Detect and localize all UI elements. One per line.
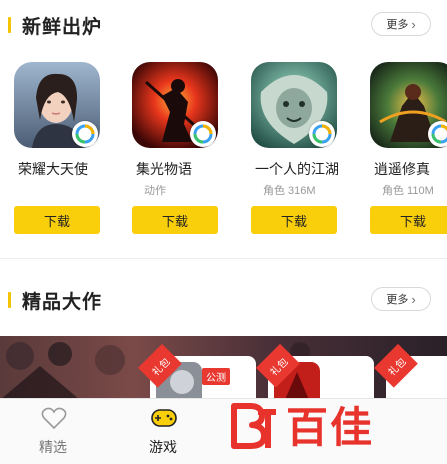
featured-banner[interactable]: 礼包 公测 礼包 礼包 bbox=[0, 336, 447, 400]
game-name: 荣耀大天使 bbox=[18, 161, 88, 177]
download-button[interactable]: 下载 bbox=[14, 206, 100, 234]
game-name: 逍遥修真 bbox=[374, 161, 430, 177]
beta-tag: 公测 bbox=[202, 368, 230, 385]
nav-item-featured[interactable]: 精选 bbox=[8, 399, 98, 464]
nav-item-games[interactable]: 游戏 bbox=[118, 399, 208, 464]
more-label: 更多 bbox=[386, 294, 409, 306]
game-card[interactable]: 集光物语 动作 下载 bbox=[132, 62, 232, 242]
download-button[interactable]: 下载 bbox=[251, 206, 337, 234]
chevron-right-icon: › bbox=[411, 291, 416, 307]
game-card[interactable]: 一个人的江湖 角色 316M 下载 bbox=[251, 62, 351, 242]
download-button[interactable]: 下载 bbox=[370, 206, 447, 234]
game-card[interactable]: 荣耀大天使 下载 bbox=[14, 62, 114, 242]
section-header-new-releases: 新鲜出炉 更多 › bbox=[0, 10, 447, 40]
more-button[interactable]: 更多 › bbox=[371, 12, 431, 36]
game-meta: 角色 316M bbox=[263, 185, 316, 197]
nav-label: 精选 bbox=[39, 439, 67, 455]
section-accent-bar bbox=[8, 292, 11, 308]
game-name: 集光物语 bbox=[136, 161, 192, 177]
game-list: 荣耀大天使 下载 集光物语 动作 下载 一个人的江湖 角色 316M 下载 逍遥… bbox=[0, 62, 447, 242]
section-title: 新鲜出炉 bbox=[22, 17, 103, 38]
game-name: 一个人的江湖 bbox=[255, 161, 339, 177]
chevron-right-icon: › bbox=[411, 16, 416, 32]
section-accent-bar bbox=[8, 17, 11, 33]
watermark-logo: 百佳 bbox=[228, 392, 428, 456]
watermark-text: 百佳 bbox=[286, 403, 375, 451]
game-meta: 动作 bbox=[144, 185, 166, 197]
platform-badge-icon bbox=[72, 121, 98, 147]
nav-label: 游戏 bbox=[149, 439, 177, 455]
platform-badge-icon bbox=[190, 121, 216, 147]
section-header-featured: 精品大作 更多 › bbox=[0, 285, 447, 315]
more-label: 更多 bbox=[386, 19, 409, 31]
watermark-logo-mark bbox=[231, 403, 276, 449]
section-title: 精品大作 bbox=[22, 292, 103, 313]
platform-badge-icon bbox=[428, 121, 447, 147]
game-meta: 角色 110M bbox=[382, 185, 434, 197]
more-button[interactable]: 更多 › bbox=[371, 287, 431, 311]
gamepad-icon bbox=[151, 409, 177, 427]
section-divider bbox=[0, 258, 447, 259]
heart-icon bbox=[41, 407, 67, 430]
game-card[interactable]: 逍遥修真 角色 110M 下载 bbox=[370, 62, 447, 242]
download-button[interactable]: 下载 bbox=[132, 206, 218, 234]
platform-badge-icon bbox=[309, 121, 335, 147]
